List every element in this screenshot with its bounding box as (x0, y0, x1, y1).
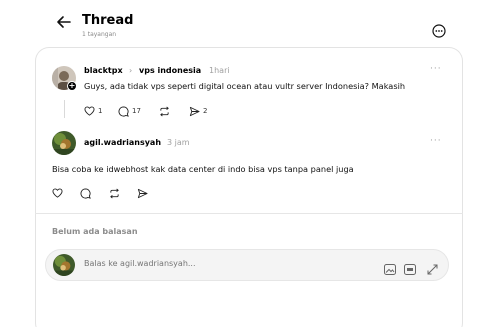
repost-icon (160, 106, 169, 116)
reply-avatar[interactable] (52, 131, 76, 155)
repost-icon (110, 188, 119, 198)
reply-compose-box[interactable] (45, 249, 449, 281)
post-time: 1hari (209, 66, 230, 75)
divider (35, 213, 463, 214)
post-username[interactable]: blacktpx (84, 66, 123, 75)
reply-more-icon[interactable]: ··· (430, 136, 442, 146)
like-count: 1 (98, 107, 103, 115)
more-circle-icon[interactable] (432, 23, 446, 38)
repost-button[interactable] (159, 105, 170, 117)
reply-username[interactable]: agil.wadriansyah (84, 138, 161, 147)
reply-comment-button[interactable] (80, 187, 91, 199)
comment-count: 17 (132, 107, 141, 115)
share-icon (189, 106, 200, 116)
reply-repost-button[interactable] (109, 187, 120, 199)
compose-avatar (53, 254, 75, 276)
comment-button[interactable]: 17 (118, 105, 141, 117)
share-count: 2 (203, 107, 208, 115)
heart-icon (84, 106, 95, 116)
gif-icon[interactable] (404, 260, 416, 279)
post-community[interactable]: vps indonesia (139, 66, 201, 75)
top-bar: Thread 1 tayangan (0, 0, 500, 46)
like-button[interactable]: 1 (84, 105, 102, 117)
page-title: Thread (82, 13, 134, 28)
post-more-icon[interactable]: ··· (430, 64, 442, 74)
expand-icon[interactable] (427, 260, 438, 279)
thread-connector (64, 100, 65, 118)
view-count: 1 tayangan (82, 31, 117, 38)
image-icon[interactable] (384, 260, 396, 279)
comment-icon (80, 187, 91, 199)
post-text: Guys, ada tidak vps seperti digital ocea… (84, 81, 406, 91)
share-icon (137, 188, 148, 198)
heart-icon (52, 188, 63, 198)
reply-text: Bisa coba ke idwebhost kak data center d… (52, 164, 354, 174)
share-button[interactable]: 2 (189, 105, 207, 117)
reply-share-button[interactable] (137, 187, 148, 199)
back-arrow-icon[interactable] (56, 14, 72, 30)
reply-like-button[interactable] (52, 187, 63, 199)
reply-input[interactable] (84, 259, 314, 268)
no-replies-label: Belum ada balasan (52, 227, 138, 236)
comment-icon (118, 105, 129, 117)
chevron-right-icon: › (129, 66, 133, 75)
reply-time: 3 jam (167, 138, 190, 147)
follow-plus-icon[interactable]: + (67, 81, 77, 91)
